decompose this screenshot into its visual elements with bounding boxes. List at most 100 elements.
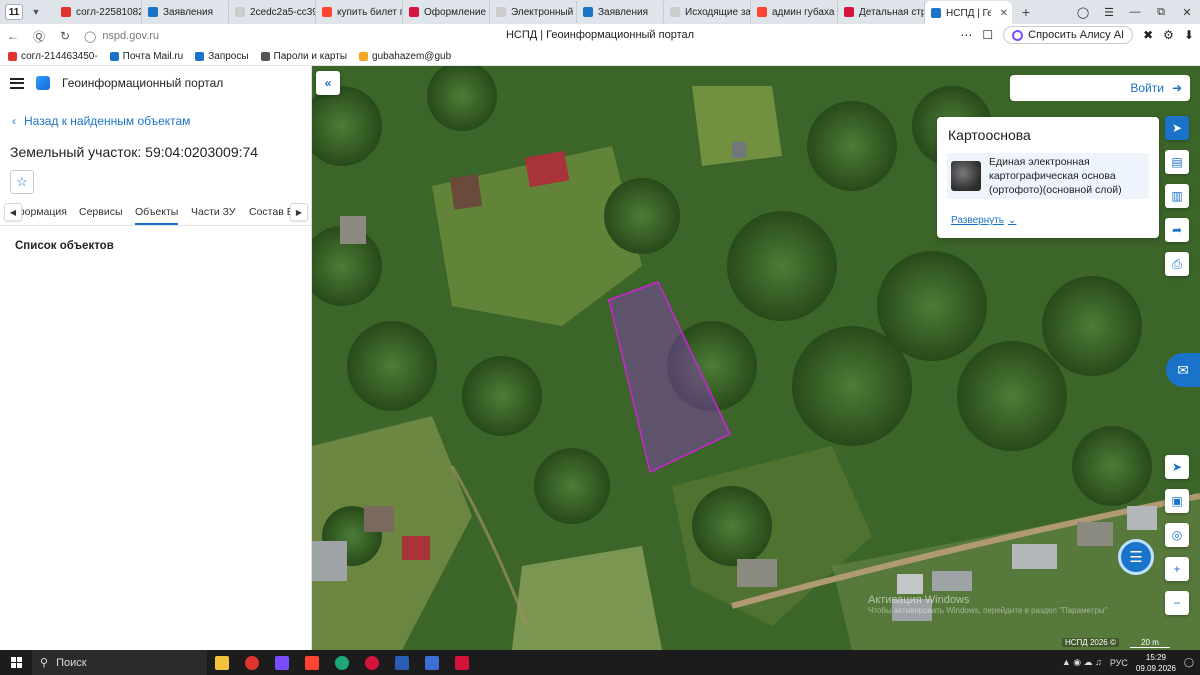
back-arrow-icon[interactable]: ←	[0, 29, 26, 43]
map-copyright: НСПД 2026 ©	[1062, 638, 1119, 647]
menu-icon[interactable]	[10, 77, 24, 89]
reload-icon[interactable]: ↻	[52, 29, 78, 43]
bookmark-menu-icon[interactable]: ☰	[1096, 6, 1122, 19]
browser-tab[interactable]: Детальная стра	[838, 1, 925, 23]
layers-icon[interactable]: ▣	[1165, 489, 1189, 513]
windows-activation-subtext: Чтобы активировать Windows, перейдите в …	[868, 606, 1108, 615]
tabs-scroll-left-icon[interactable]: ◀	[4, 203, 22, 221]
bookmark-item[interactable]: Почта Mail.ru	[109, 51, 183, 62]
tray-icons[interactable]: ▲ ◉ ☁ ♫	[1062, 657, 1102, 668]
minus-icon[interactable]: −	[1165, 591, 1189, 615]
browser-tab[interactable]: админ губаха с	[751, 1, 838, 23]
minimize-icon[interactable]: —	[1122, 6, 1148, 18]
more-dots-icon[interactable]: ⋯	[960, 28, 972, 42]
language-indicator[interactable]: РУС	[1110, 658, 1128, 668]
basemap-layer-item[interactable]: Единая электронная картографическая осно…	[947, 153, 1149, 199]
clock[interactable]: 15:29 09.09.2026	[1136, 652, 1176, 674]
windows-activation-watermark: Активация Windows	[868, 594, 970, 606]
opera-icon[interactable]	[357, 650, 387, 675]
alice-button[interactable]: Спросить Алису AI	[1003, 26, 1134, 44]
login-button[interactable]: Войти ➜	[1010, 75, 1190, 101]
map-nav-tools: ➤ ▣ ◎ + −	[1165, 455, 1189, 615]
print-icon[interactable]: ⎙	[1165, 252, 1189, 276]
chat-icon[interactable]: ✉	[1166, 353, 1200, 387]
select-area-icon[interactable]: ▥	[1165, 184, 1189, 208]
browser-tab[interactable]: 2cedc2a5-cc39-	[229, 1, 316, 23]
yandex-badge-icon[interactable]: Ⓠ	[26, 28, 52, 45]
browser-tab[interactable]: Заявления	[142, 1, 229, 23]
collapse-panel-button[interactable]: «	[316, 71, 340, 95]
browser-tab[interactable]: согл-22581082	[55, 1, 142, 23]
tab-favicon	[148, 7, 158, 17]
close-window-icon[interactable]: ✕	[1174, 6, 1200, 19]
portal-name: Геоинформационный портал	[62, 76, 224, 90]
tab-information[interactable]: формация	[16, 206, 67, 218]
geolocation-icon[interactable]: ◎	[1165, 523, 1189, 547]
extension-icon[interactable]: ✖	[1143, 28, 1153, 42]
address-bar: ← Ⓠ ↻ ◯ nspd.gov.ru НСПД | Геоинформацио…	[0, 24, 1200, 48]
yandex-browser-icon[interactable]	[237, 650, 267, 675]
bookmark-favicon	[195, 52, 205, 61]
browser-tab[interactable]: Электронный д	[490, 1, 577, 23]
bookmark-icon[interactable]: ☐	[982, 28, 993, 42]
new-tab-button[interactable]: +	[1016, 2, 1036, 22]
browser-tab[interactable]: купить билет гу	[316, 1, 403, 23]
login-label: Войти	[1130, 81, 1164, 95]
search-pointer-icon[interactable]: ➤	[1165, 116, 1189, 140]
tab-title: Заявления	[163, 6, 214, 18]
tab-title: согл-22581082	[76, 6, 141, 18]
browser-tab[interactable]: Оформление –	[403, 1, 490, 23]
chevron-down-icon: ⌄	[1008, 215, 1017, 226]
taskbar-search[interactable]: ⚲ Поиск	[32, 650, 207, 675]
calendar-app-icon[interactable]	[417, 650, 447, 675]
layer-thumbnail	[951, 161, 981, 191]
favorite-star-button[interactable]: ☆	[10, 170, 34, 194]
acrobat-icon[interactable]	[447, 650, 477, 675]
expand-label: Развернуть	[951, 215, 1005, 226]
tab-objects[interactable]: Объекты	[135, 206, 179, 225]
ruler-icon[interactable]: ▤	[1165, 150, 1189, 174]
map-view[interactable]: « Войти ➜ Картооснова Единая электронная…	[312, 66, 1200, 650]
start-button[interactable]	[0, 650, 32, 675]
notifications-icon[interactable]: ◯	[1184, 657, 1194, 668]
bookmark-item[interactable]: Запросы	[195, 51, 249, 62]
word-icon[interactable]	[387, 650, 417, 675]
windows-logo-icon	[10, 657, 22, 668]
tabs-scroll-right-icon[interactable]: ▶	[290, 203, 308, 221]
bookmark-label: согл-214463450-	[21, 51, 98, 62]
bookmark-label: Пароли и карты	[273, 51, 348, 62]
bookmark-item[interactable]: gubahazem@gub	[359, 51, 451, 62]
download-icon[interactable]: ⬇	[1184, 28, 1194, 42]
tab-list-chevron-icon[interactable]: ▼	[27, 3, 45, 21]
close-tab-icon[interactable]: ✕	[996, 8, 1012, 19]
profile-icon[interactable]: ◯	[1070, 6, 1096, 19]
expand-link[interactable]: Развернуть ⌄	[951, 215, 1016, 226]
maximize-icon[interactable]: ⧉	[1148, 6, 1174, 19]
share-icon[interactable]: ➦	[1165, 218, 1189, 242]
bookmark-item[interactable]: согл-214463450-	[8, 51, 98, 62]
yandex-alt-icon[interactable]	[297, 650, 327, 675]
locate-icon[interactable]: ➤	[1165, 455, 1189, 479]
panel-header: Геоинформационный портал	[0, 66, 311, 100]
browser-tab[interactable]: НСПД | Геои ✕	[925, 1, 1012, 25]
bookmark-label: gubahazem@gub	[372, 51, 452, 62]
clock-time: 15:29	[1145, 652, 1166, 662]
tab-services[interactable]: Сервисы	[79, 206, 123, 218]
bookmark-item[interactable]: Пароли и карты	[260, 51, 348, 62]
plus-icon[interactable]: +	[1165, 557, 1189, 581]
bookmark-favicon	[8, 52, 17, 61]
back-to-results-link[interactable]: ‹ Назад к найденным объектам	[12, 114, 311, 128]
assistant-chat-icon[interactable]: ☰	[1118, 539, 1154, 575]
file-explorer-icon[interactable]	[207, 650, 237, 675]
puzzle-icon[interactable]: ⚙	[1163, 28, 1174, 42]
layer-name: Единая электронная картографическая осно…	[989, 156, 1122, 196]
app-icon[interactable]	[267, 650, 297, 675]
url-field[interactable]: ◯ nspd.gov.ru	[84, 30, 159, 43]
parcel-title: Земельный участок: 59:04:0203009:74	[10, 144, 259, 160]
tab-title: Детальная стра	[859, 6, 924, 18]
tab-counter[interactable]: 11	[5, 4, 23, 20]
browser-tab[interactable]: Заявления	[577, 1, 664, 23]
tab-parcel-parts[interactable]: Части ЗУ	[191, 206, 236, 218]
edge-icon[interactable]	[327, 650, 357, 675]
browser-tab[interactable]: Исходящие зап	[664, 1, 751, 23]
